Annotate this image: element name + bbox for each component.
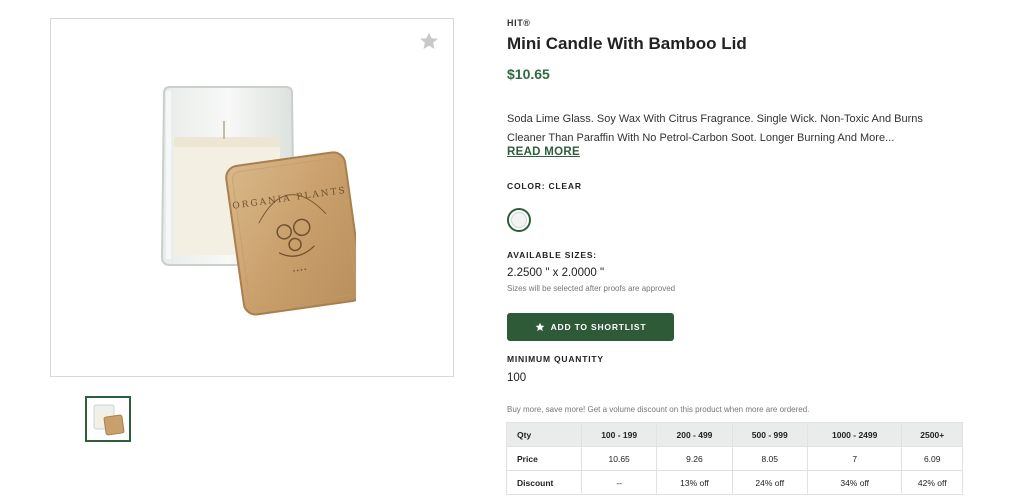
table-row-discount: Discount -- 13% off 24% off 34% off 42% … (506, 470, 963, 495)
product-price: $10.65 (507, 66, 550, 82)
table-header-cell: Qty (506, 422, 582, 447)
minimum-quantity-label: MINIMUM QUANTITY (507, 354, 604, 364)
table-cell: 6.09 (901, 446, 963, 471)
table-cell: Price (506, 446, 582, 471)
minimum-quantity-value: 100 (507, 372, 527, 384)
pricing-table: Qty 100 - 199 200 - 499 500 - 999 1000 -… (506, 422, 963, 495)
volume-discount-note: Buy more, save more! Get a volume discou… (507, 405, 810, 414)
table-cell: -- (580, 470, 658, 495)
table-cell: 8.05 (731, 446, 808, 471)
shortlist-button-label: ADD TO SHORTLIST (550, 322, 647, 332)
star-icon (535, 322, 545, 331)
table-header-cell: 100 - 199 (580, 422, 658, 447)
table-cell: 34% off (806, 470, 903, 495)
table-row-price: Price 10.65 9.26 8.05 7 6.09 (506, 446, 963, 471)
thumbnail-image[interactable] (85, 396, 131, 442)
table-cell: 10.65 (580, 446, 658, 471)
table-cell: 24% off (731, 470, 808, 495)
size-note: Sizes will be selected after proofs are … (507, 284, 676, 293)
color-label: COLOR: CLEAR (507, 181, 582, 191)
product-image: ORGANIA PLANTS • • • • (160, 86, 356, 316)
product-title: Mini Candle With Bamboo Lid (507, 34, 747, 53)
table-cell: 13% off (656, 470, 733, 495)
brand-label: HIT® (507, 18, 531, 28)
table-cell: Discount (506, 470, 582, 495)
favorite-star-icon[interactable] (419, 31, 439, 51)
product-description: Soda Lime Glass. Soy Wax With Citrus Fra… (507, 113, 923, 144)
table-header-cell: 500 - 999 (731, 422, 808, 447)
available-sizes-label: AVAILABLE SIZES: (507, 250, 597, 260)
table-header-row: Qty 100 - 199 200 - 499 500 - 999 1000 -… (506, 422, 963, 447)
product-image-panel: ORGANIA PLANTS • • • • (50, 18, 454, 377)
color-swatch-clear[interactable] (507, 208, 531, 232)
table-header-cell: 200 - 499 (656, 422, 733, 447)
table-header-cell: 1000 - 2499 (806, 422, 903, 447)
read-more-link[interactable]: READ MORE (507, 146, 580, 158)
table-header-cell: 2500+ (901, 422, 963, 447)
table-cell: 9.26 (656, 446, 733, 471)
table-cell: 42% off (901, 470, 963, 495)
size-value: 2.2500 " x 2.0000 " (507, 267, 605, 279)
table-cell: 7 (806, 446, 903, 471)
add-to-shortlist-button[interactable]: ADD TO SHORTLIST (507, 313, 674, 341)
